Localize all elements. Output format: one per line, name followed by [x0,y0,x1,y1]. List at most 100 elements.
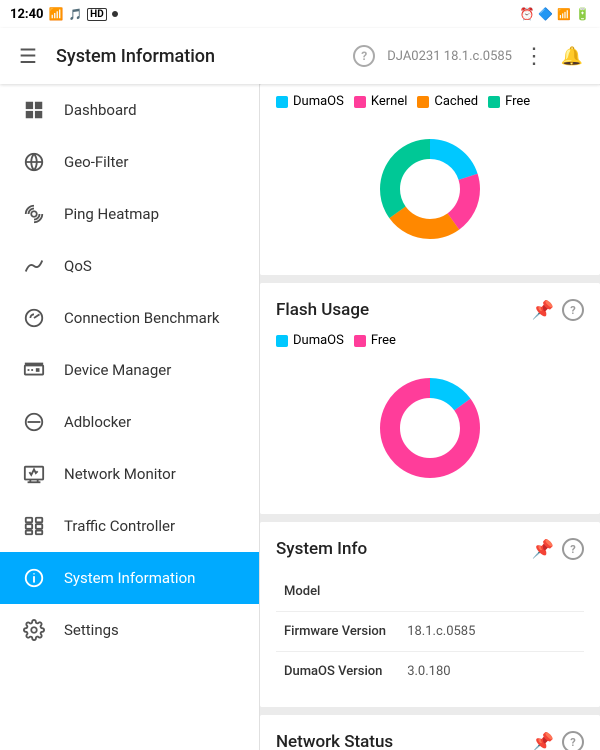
adblocker-icon [20,411,48,433]
flash-legend-dumaos: DumaOS [276,333,344,348]
sidebar-label-traffic-controller: Traffic Controller [64,517,175,535]
model-value [399,572,584,612]
flash-free-dot [354,335,366,347]
sidebar-item-qos[interactable]: QoS [0,240,259,292]
alarm-icon: ⏰ [519,7,534,21]
flash-donut-chart [370,368,490,488]
dot-icon [112,11,118,17]
more-icon: ⋮ [523,44,545,69]
status-time: 12:40 [10,7,44,22]
sidebar-item-settings[interactable]: Settings [0,604,259,656]
kernel-label: Kernel [371,94,408,109]
help-button[interactable]: ? [353,45,375,67]
network-status-help-button[interactable]: ? [562,731,584,750]
ram-legend: DumaOS Kernel Cached Free [276,94,584,109]
cached-label: Cached [434,94,478,109]
sidebar-label-dashboard: Dashboard [64,101,137,119]
flash-card: Flash Usage 📌 ? DumaOS Free [260,283,600,514]
content-area: DumaOS Kernel Cached Free [260,84,600,750]
free-color-dot [488,96,500,108]
dashboard-icon [20,99,48,121]
question-icon: ? [361,49,367,63]
model-label: Model [276,572,399,612]
dumaos-version-value: 3.0.180 [399,652,584,692]
sidebar-label-ping-heatmap: Ping Heatmap [64,205,159,223]
flash-free-label: Free [371,333,396,348]
bluetooth-icon: 🔷 [538,7,553,21]
table-row: Firmware Version 18.1.c.0585 [276,612,584,652]
sidebar-label-network-monitor: Network Monitor [64,465,176,483]
battery-icon: 🔋 [575,7,590,21]
menu-button[interactable]: ☰ [12,40,44,72]
flash-card-actions: 📌 ? [532,299,584,321]
flash-legend-free: Free [354,333,396,348]
bell-icon: 🔔 [561,46,583,67]
ram-chart-container [276,119,584,259]
table-row: Model [276,572,584,612]
dumaos-label: DumaOS [293,94,344,109]
system-info-pin-button[interactable]: 📌 [532,539,554,560]
menu-icon: ☰ [19,44,37,68]
table-row: DumaOS Version 3.0.180 [276,652,584,692]
system-info-card: System Info 📌 ? Model Firmware Version 1… [260,522,600,707]
sidebar-item-adblocker[interactable]: Adblocker [0,396,259,448]
flash-chart-container [276,358,584,498]
app-bar: ☰ System Information ? DJA0231 18.1.c.05… [0,28,600,84]
ping-heatmap-icon [20,203,48,225]
notifications-button[interactable]: 🔔 [556,40,588,72]
sidebar-item-dashboard[interactable]: Dashboard [0,84,259,136]
main-layout: Dashboard Geo-Filter Ping Heatmap [0,84,600,750]
firmware-label: Firmware Version [276,612,399,652]
settings-icon [20,619,48,641]
sidebar-label-geo-filter: Geo-Filter [64,153,128,171]
dumaos-color-dot [276,96,288,108]
network-status-card-actions: 📌 ? [532,731,584,750]
sidebar-label-device-manager: Device Manager [64,361,171,379]
flash-card-header: Flash Usage 📌 ? [276,299,584,321]
signal-bars-icon: 📶 [557,8,571,21]
qos-icon [20,255,48,277]
system-info-card-header: System Info 📌 ? [276,538,584,560]
sidebar-item-connection-benchmark[interactable]: Connection Benchmark [0,292,259,344]
benchmark-icon [20,307,48,329]
flash-pin-button[interactable]: 📌 [532,300,554,321]
ram-card: DumaOS Kernel Cached Free [260,84,600,275]
status-right: ⏰ 🔷 📶 🔋 [519,7,590,21]
system-info-help-button[interactable]: ? [562,538,584,560]
sidebar-item-traffic-controller[interactable]: Traffic Controller [0,500,259,552]
status-bar: 12:40 📶 🎵 HD ⏰ 🔷 📶 🔋 [0,0,600,28]
sidebar-label-adblocker: Adblocker [64,413,131,431]
hd-icon: HD [87,8,107,21]
system-info-table: Model Firmware Version 18.1.c.0585 DumaO… [276,572,584,691]
device-manager-icon [20,359,48,381]
more-button[interactable]: ⋮ [518,40,550,72]
sidebar-label-system-information: System Information [64,569,195,587]
sidebar-item-geo-filter[interactable]: Geo-Filter [0,136,259,188]
sidebar-item-network-monitor[interactable]: Network Monitor [0,448,259,500]
cached-color-dot [417,96,429,108]
ram-legend-free: Free [488,94,530,109]
wifi-icon: 🎵 [68,8,82,21]
system-info-card-actions: 📌 ? [532,538,584,560]
sidebar-label-settings: Settings [64,621,119,639]
network-status-card-header: Network Status 📌 ? [276,731,584,750]
flash-help-button[interactable]: ? [562,299,584,321]
sidebar-item-ping-heatmap[interactable]: Ping Heatmap [0,188,259,240]
network-monitor-icon [20,463,48,485]
geo-filter-icon [20,151,48,173]
device-id: DJA0231 18.1.c.0585 [387,49,512,64]
traffic-controller-icon [20,515,48,537]
sidebar-label-connection-benchmark: Connection Benchmark [64,309,220,327]
sidebar: Dashboard Geo-Filter Ping Heatmap [0,84,260,750]
sidebar-item-system-information[interactable]: System Information [0,552,259,604]
app-bar-right: DJA0231 18.1.c.0585 ⋮ 🔔 [387,40,588,72]
ram-legend-cached: Cached [417,94,478,109]
flash-legend: DumaOS Free [276,333,584,348]
network-status-card: Network Status 📌 ? [260,715,600,750]
ram-legend-kernel: Kernel [354,94,408,109]
network-status-pin-button[interactable]: 📌 [532,732,554,750]
network-status-title: Network Status [276,732,393,750]
sidebar-label-qos: QoS [64,257,92,275]
ram-legend-dumaos: DumaOS [276,94,344,109]
sidebar-item-device-manager[interactable]: Device Manager [0,344,259,396]
